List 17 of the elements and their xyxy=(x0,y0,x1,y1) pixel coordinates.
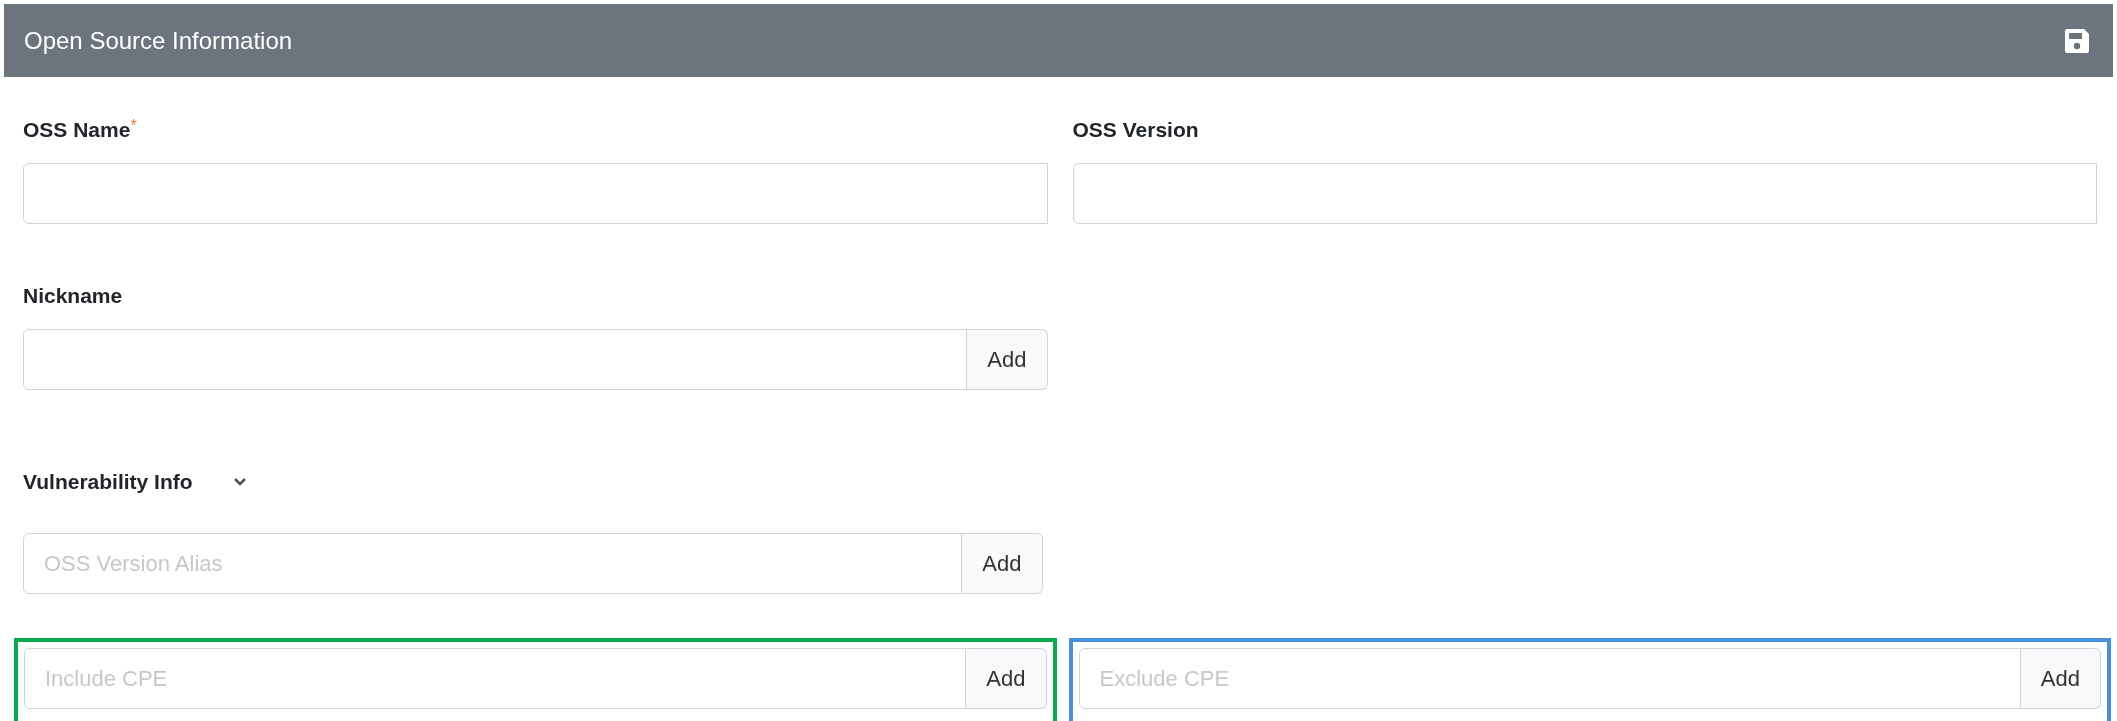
add-button[interactable]: Add xyxy=(966,648,1047,709)
input-field[interactable]: Exclude CPE xyxy=(1078,648,2021,709)
required-mark: * xyxy=(130,117,137,135)
input-field[interactable]: OSS Version Alias xyxy=(23,533,963,594)
add-button[interactable]: Add xyxy=(2020,648,2101,709)
input-field[interactable] xyxy=(23,329,968,390)
section-label: Vulnerability Info xyxy=(23,469,193,495)
input-field[interactable] xyxy=(23,163,1048,224)
field-label: OSS Version xyxy=(1072,117,1199,143)
input-field[interactable]: Include CPE xyxy=(24,648,967,709)
save-icon[interactable] xyxy=(2063,26,2091,55)
add-button[interactable]: Add xyxy=(962,533,1043,594)
panel-title: Open Source Information xyxy=(24,25,293,56)
input-field[interactable] xyxy=(1072,163,2097,224)
field-label: OSS Name xyxy=(23,117,131,143)
add-button[interactable]: Add xyxy=(967,329,1048,390)
field-label: Nickname xyxy=(23,283,123,309)
